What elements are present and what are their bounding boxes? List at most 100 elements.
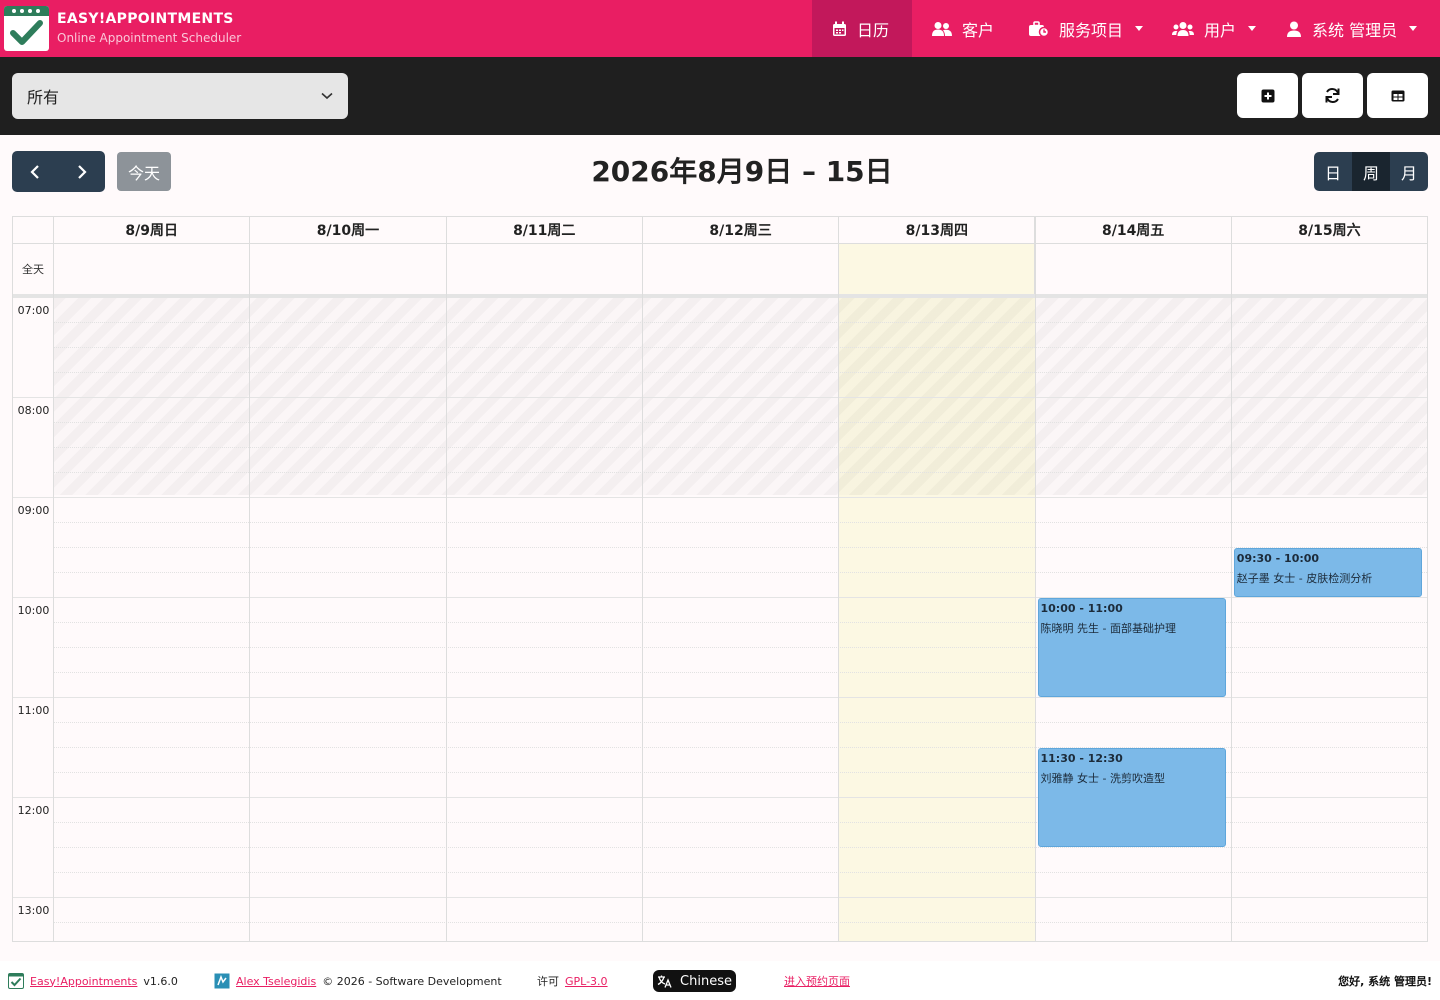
slot-gridline <box>54 472 1427 473</box>
event-time: 11:30 - 12:30 <box>1040 752 1123 765</box>
nav-services[interactable]: 服务项目 <box>1009 0 1163 57</box>
nav-calendar-label: 日历 <box>857 20 890 40</box>
nav-customers-label: 客户 <box>962 20 995 40</box>
nav-services-label: 服务项目 <box>1059 20 1124 40</box>
table-view-button[interactable] <box>1367 73 1428 118</box>
footer-app-link[interactable]: Easy!Appointments <box>30 975 137 988</box>
calendar-icon <box>833 21 846 36</box>
view-week-button[interactable]: 周 <box>1352 152 1390 191</box>
language-label: Chinese <box>680 973 732 989</box>
appointment-event[interactable]: 11:30 - 12:30 刘雅静 女士 - 洗剪吹造型 <box>1037 748 1226 847</box>
footer-booking: 进入预约页面 <box>784 973 850 989</box>
allday-cell[interactable] <box>839 244 1036 294</box>
nav-account-label: 系统 管理员 <box>1312 20 1398 40</box>
column-separator <box>249 217 251 941</box>
day-header[interactable]: 8/12周三 <box>642 217 840 244</box>
slot-gridline <box>54 572 1427 573</box>
briefcase-icon <box>1029 20 1049 37</box>
allday-cell[interactable] <box>643 244 840 294</box>
footer-license-label: 许可 <box>537 975 559 988</box>
booking-page-link[interactable]: 进入预约页面 <box>784 973 850 989</box>
footer-author-info: Alex Tselegidis © 2026 - Software Develo… <box>214 973 502 989</box>
day-header[interactable]: 8/11周二 <box>446 217 643 244</box>
event-title: 陈晓明 先生 - 面部基础护理 <box>1040 622 1176 635</box>
event-time: 09:30 - 10:00 <box>1236 552 1320 565</box>
allday-label: 全天 <box>13 244 54 294</box>
footer-app-info: Easy!Appointments v1.6.0 <box>8 973 178 989</box>
nav-account[interactable]: 系统 管理员 <box>1266 0 1437 57</box>
user-icon <box>1287 21 1301 37</box>
calendar-title: 2026年8月9日 – 15日 <box>591 155 893 188</box>
user-greeting: 您好, 系统 管理员! <box>1338 975 1432 988</box>
non-working-hours <box>54 297 1427 495</box>
filter-select-value: 所有 <box>27 88 60 107</box>
chevron-down-icon <box>1409 26 1418 31</box>
day-header[interactable]: 8/13周四 <box>839 217 1036 244</box>
footer-author-link[interactable]: Alex Tselegidis <box>236 975 316 988</box>
event-title: 赵子墨 女士 - 皮肤检测分析 <box>1236 572 1373 585</box>
column-separator <box>1230 217 1232 941</box>
app-logo-icon <box>8 973 24 989</box>
time-label: 07:00 <box>17 304 50 317</box>
footer-license-link[interactable]: GPL-3.0 <box>565 975 608 988</box>
time-label: 09:00 <box>17 504 50 517</box>
time-label: 11:00 <box>17 704 50 717</box>
slot-gridline <box>54 722 1427 723</box>
slot-gridline <box>54 847 1427 848</box>
allday-cell[interactable] <box>1232 244 1427 294</box>
reload-button[interactable] <box>1302 73 1363 118</box>
footer-license: 许可 GPL-3.0 <box>537 973 608 989</box>
time-label: 12:00 <box>17 804 50 817</box>
day-header[interactable]: 8/15周六 <box>1231 217 1427 244</box>
plus-square-icon <box>1261 89 1274 102</box>
view-day-button[interactable]: 日 <box>1314 152 1352 191</box>
view-switcher: 日 周 月 <box>1314 152 1428 191</box>
header-corner <box>13 217 54 244</box>
chevron-down-icon <box>1248 26 1257 31</box>
event-title: 刘雅静 女士 - 洗剪吹造型 <box>1040 772 1165 785</box>
column-separator <box>641 217 643 941</box>
reload-icon <box>1325 88 1340 103</box>
slot-gridline <box>54 522 1427 523</box>
time-label: 10:00 <box>17 604 50 617</box>
brand-title: EASY!APPOINTMENTS <box>57 11 234 27</box>
slot-gridline <box>54 372 1427 373</box>
slot-gridline <box>54 872 1427 873</box>
nav-users[interactable]: 用户 <box>1152 0 1276 57</box>
hour-gridline <box>13 397 1427 398</box>
column-separator <box>838 217 840 941</box>
column-separator <box>1427 217 1428 942</box>
filter-select[interactable]: 所有 <box>12 73 348 119</box>
calendar-toolbar: 所有 <box>0 57 1440 135</box>
add-appointment-button[interactable] <box>1237 73 1298 118</box>
slot-gridline <box>54 547 1427 548</box>
slot-gridline <box>54 347 1427 348</box>
nav-calendar[interactable]: 日历 <box>812 0 912 57</box>
day-header[interactable]: 8/14周五 <box>1035 217 1232 244</box>
author-logo-icon <box>214 973 230 989</box>
hour-gridline <box>13 297 1427 298</box>
app-logo[interactable] <box>4 6 49 51</box>
appointment-event[interactable]: 09:30 - 10:00 赵子墨 女士 - 皮肤检测分析 <box>1233 548 1423 597</box>
top-navbar: EASY!APPOINTMENTS Online Appointment Sch… <box>0 0 1440 57</box>
allday-cell[interactable] <box>447 244 643 294</box>
footer-version: v1.6.0 <box>143 974 178 988</box>
slot-gridline <box>54 422 1427 423</box>
language-button[interactable]: Chinese <box>653 970 736 992</box>
column-separator <box>1034 217 1036 941</box>
user-group-icon <box>1172 21 1194 36</box>
chevron-down-icon <box>1135 26 1144 31</box>
time-label: 08:00 <box>17 404 50 417</box>
allday-cell[interactable] <box>250 244 447 294</box>
footer: Easy!Appointments v1.6.0 Alex Tselegidis… <box>0 961 1440 1000</box>
allday-cell[interactable] <box>1036 244 1232 294</box>
footer-copyright: © 2026 - Software Development <box>322 974 502 988</box>
language-icon <box>657 975 672 988</box>
nav-customers[interactable]: 客户 <box>912 0 1014 57</box>
day-header[interactable]: 8/10周一 <box>250 217 447 244</box>
day-header[interactable]: 8/9周日 <box>54 217 251 244</box>
allday-cell[interactable] <box>54 244 251 294</box>
view-month-button[interactable]: 月 <box>1390 152 1428 191</box>
appointment-event[interactable]: 10:00 - 11:00 陈晓明 先生 - 面部基础护理 <box>1037 598 1226 697</box>
brand-subtitle: Online Appointment Scheduler <box>57 31 242 45</box>
